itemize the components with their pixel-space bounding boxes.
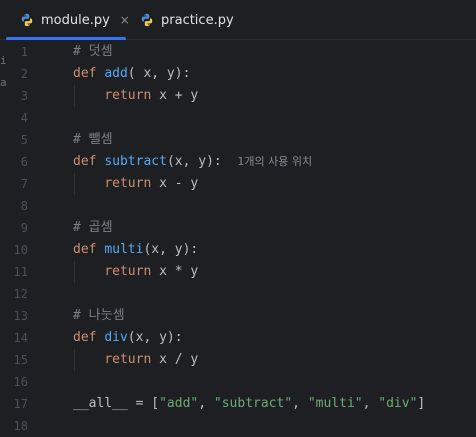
code-line: 6 def subtract(x, y): 1개의 사용 위치 [0, 151, 476, 173]
function-name: add [104, 66, 128, 81]
function-name: div [104, 330, 128, 345]
line-content: def add( x, y): [73, 63, 190, 85]
comment: # 덧셈 [73, 44, 113, 59]
tab-module-py[interactable]: module.py × [0, 0, 130, 40]
line-number: 18 [13, 419, 28, 433]
function-name: multi [104, 242, 144, 257]
comment: # 나눗셈 [73, 308, 125, 323]
line-number: 2 [20, 67, 28, 81]
code-text: (x, y): [127, 330, 183, 345]
code-text: x - y [151, 176, 199, 191]
code-line: 15 return x / y [0, 349, 476, 371]
tab-label: module.py [41, 12, 110, 28]
code-line: 14 def div(x, y): [0, 327, 476, 349]
code-line: 16 [0, 371, 476, 393]
code-line: 12 [0, 283, 476, 305]
line-number: 14 [13, 331, 28, 345]
code-line: 13 # 나눗셈 [0, 305, 476, 327]
string-literal: "div" [378, 396, 418, 411]
comment: # 뺄셈 [73, 132, 113, 147]
line-content: def multi(x, y): [73, 239, 198, 261]
line-number: 5 [20, 133, 28, 147]
line-number: 13 [13, 309, 28, 323]
python-file-icon [21, 13, 33, 27]
keyword: return [104, 264, 152, 279]
code-line: 4 [0, 107, 476, 129]
line-number: 6 [20, 155, 28, 169]
string-literal: "add" [159, 396, 199, 411]
line-number: 16 [13, 375, 28, 389]
comment: # 곱셈 [73, 220, 113, 235]
line-content: # 덧셈 [73, 41, 113, 63]
code-line: 5 # 뺄셈 [0, 129, 476, 151]
code-editor[interactable]: 1 # 덧셈 2 def add( x, y): 3 return x + y … [0, 41, 476, 433]
code-text: __all__ = [ [73, 396, 160, 411]
code-text: (x, y): [143, 242, 199, 257]
keyword: return [104, 176, 152, 191]
line-content: return x + y [73, 85, 198, 107]
line-number: 11 [13, 265, 28, 279]
code-line: 18 [0, 415, 476, 437]
python-file-icon [141, 13, 153, 27]
line-content: # 곱셈 [73, 217, 113, 239]
line-number: 1 [20, 45, 28, 59]
line-content: return x - y [73, 173, 198, 195]
code-text: x + y [151, 88, 199, 103]
keyword: def [73, 330, 97, 345]
line-number: 17 [13, 397, 28, 411]
line-number: 8 [20, 199, 28, 213]
code-line: 11 return x * y [0, 261, 476, 283]
line-number: 7 [20, 177, 28, 191]
line-number: 9 [20, 221, 28, 235]
line-content: __all__ = ["add", "subtract", "multi", "… [73, 393, 425, 415]
line-content: return x * y [73, 261, 198, 283]
code-line: 1 # 덧셈 [0, 41, 476, 63]
keyword: return [104, 352, 152, 367]
line-number: 3 [20, 89, 28, 103]
code-line: 10 def multi(x, y): [0, 239, 476, 261]
code-text: , [362, 396, 379, 411]
line-content: # 뺄셈 [73, 129, 113, 151]
line-content: # 나눗셈 [73, 305, 125, 327]
line-content: def subtract(x, y): 1개의 사용 위치 [73, 151, 312, 173]
code-text: ] [417, 396, 426, 411]
code-line: 9 # 곱셈 [0, 217, 476, 239]
keyword: def [73, 242, 97, 257]
keyword: def [73, 154, 97, 169]
line-number: 10 [13, 243, 28, 257]
editor-tab-bar: module.py × practice.py [0, 0, 476, 40]
keyword: return [104, 88, 152, 103]
function-name: subtract [104, 154, 167, 169]
tab-label: practice.py [161, 12, 234, 28]
code-line: 17 __all__ = ["add", "subtract", "multi"… [0, 393, 476, 415]
code-text: (x, y): [166, 154, 222, 169]
tab-practice-py[interactable]: practice.py [128, 0, 248, 40]
code-text: , [292, 396, 308, 411]
code-line: 7 return x - y [0, 173, 476, 195]
code-text: x / y [151, 352, 199, 367]
string-literal: "multi" [307, 396, 363, 411]
line-number: 4 [20, 111, 28, 125]
keyword: def [73, 66, 97, 81]
code-text: ( x, y): [127, 66, 191, 81]
line-content: def div(x, y): [73, 327, 183, 349]
code-text: x * y [151, 264, 199, 279]
line-content: return x / y [73, 349, 198, 371]
string-literal: "subtract" [213, 396, 293, 411]
line-number: 15 [13, 353, 28, 367]
code-line: 2 def add( x, y): [0, 63, 476, 85]
usage-inlay-hint[interactable]: 1개의 사용 위치 [237, 155, 312, 168]
line-number: 12 [13, 287, 28, 301]
code-line: 8 [0, 195, 476, 217]
code-text: , [198, 396, 214, 411]
code-line: 3 return x + y [0, 85, 476, 107]
